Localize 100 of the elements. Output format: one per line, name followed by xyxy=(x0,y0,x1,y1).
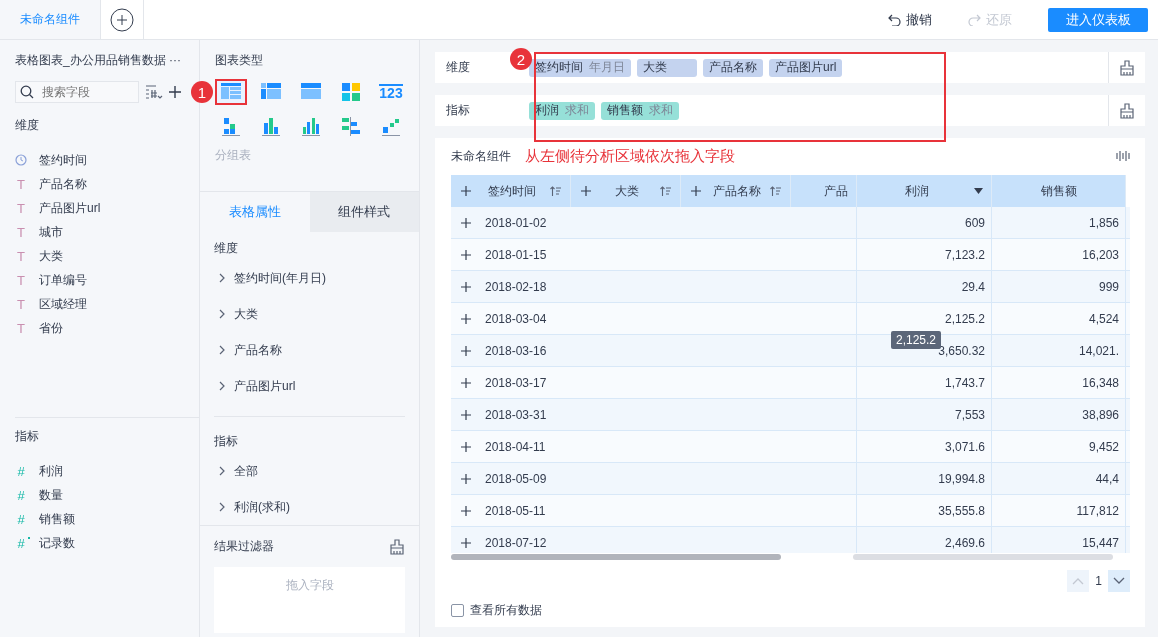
expand-icon[interactable] xyxy=(459,249,473,260)
expand-icon[interactable] xyxy=(579,186,593,196)
text-type-icon: T xyxy=(15,176,27,192)
field-item[interactable]: 城市 xyxy=(39,223,63,241)
text-type-icon: T xyxy=(15,248,27,264)
table-cell: 2018-03-31 xyxy=(485,407,547,422)
table-cell: 9,452 xyxy=(1088,439,1119,454)
field-chip[interactable]: 销售额 求和 xyxy=(601,101,679,120)
panel-tab[interactable]: 组件样式 xyxy=(309,192,419,232)
table-cell: 2018-03-16 xyxy=(485,343,547,358)
field-item[interactable]: 产品名称 xyxy=(39,175,87,193)
field-sort-icon[interactable] xyxy=(145,84,163,100)
table-cell: 2018-01-02 xyxy=(485,215,547,230)
table-cell: 44,4 xyxy=(1095,471,1119,486)
expand-icon[interactable] xyxy=(459,345,473,356)
chevron-up-icon xyxy=(1072,577,1085,585)
table-cell: 2018-03-04 xyxy=(485,311,547,326)
checkbox-label[interactable]: 查看所有数据 xyxy=(470,602,542,619)
table-cell: 16,203 xyxy=(1082,247,1119,262)
column-header[interactable]: 签约时间 xyxy=(451,175,571,207)
expand-icon[interactable] xyxy=(459,281,473,292)
checkbox[interactable] xyxy=(451,604,464,617)
step-badge: 1 xyxy=(191,81,213,103)
text-type-icon: T xyxy=(15,200,27,216)
page-number: 1 xyxy=(1095,574,1102,588)
field-item[interactable]: 数量 xyxy=(39,486,63,504)
field-item[interactable]: 省份 xyxy=(39,319,63,337)
search-icon xyxy=(20,85,34,99)
tooltip: 2,125.2 xyxy=(891,331,942,349)
column-header[interactable]: 产品名称 xyxy=(681,175,791,207)
expand-icon[interactable] xyxy=(459,409,473,420)
number-type-icon: # xyxy=(15,463,27,479)
field-chip[interactable]: 大类 xyxy=(637,58,697,77)
section-title: 指标 xyxy=(214,432,239,450)
property-item[interactable]: 大类 xyxy=(234,305,258,323)
column-header[interactable]: 销售额 xyxy=(992,175,1126,207)
field-chip[interactable]: 产品图片url xyxy=(769,58,843,77)
property-item[interactable]: 产品名称 xyxy=(234,341,282,359)
search-field[interactable]: 搜索字段 xyxy=(15,81,139,103)
field-chip[interactable]: 签约时间 年月日 xyxy=(529,58,631,77)
columns-icon[interactable] xyxy=(1116,151,1130,161)
expand-icon[interactable] xyxy=(459,505,473,516)
column-header[interactable]: 大类 xyxy=(571,175,681,207)
property-item[interactable]: 全部 xyxy=(234,462,258,480)
field-item[interactable]: 利润 xyxy=(39,462,63,480)
scrollbar[interactable] xyxy=(853,554,1113,560)
chevron-right-icon[interactable] xyxy=(218,309,226,319)
field-item[interactable]: 区域经理 xyxy=(39,295,87,313)
expand-icon[interactable] xyxy=(459,377,473,388)
chevron-right-icon[interactable] xyxy=(218,466,226,476)
undo-button[interactable]: 撤销 xyxy=(888,0,932,39)
field-item[interactable]: 大类 xyxy=(39,247,63,265)
chevron-right-icon[interactable] xyxy=(218,381,226,391)
property-item[interactable]: 利润(求和) xyxy=(234,498,290,516)
scrollbar[interactable] xyxy=(451,554,781,560)
expand-icon[interactable] xyxy=(459,441,473,452)
squares-icon xyxy=(339,80,363,104)
text-type-icon: T xyxy=(15,272,27,288)
field-chip[interactable]: 产品名称 xyxy=(703,58,763,77)
chevron-right-icon[interactable] xyxy=(218,345,226,355)
property-item[interactable]: 签约时间(年月日) xyxy=(234,269,326,287)
field-item[interactable]: 订单编号 xyxy=(39,271,87,289)
column-header[interactable]: 产品 xyxy=(791,175,857,207)
field-item[interactable]: 产品图片url xyxy=(39,199,101,217)
field-chip[interactable]: 利润 求和 xyxy=(529,101,595,120)
expand-icon[interactable] xyxy=(689,186,703,196)
table-cell: 609 xyxy=(964,215,985,230)
sort-icon[interactable] xyxy=(770,185,782,197)
expand-icon[interactable] xyxy=(459,186,473,196)
component-title: 未命名组件 xyxy=(451,147,511,165)
chevron-right-icon[interactable] xyxy=(218,273,226,283)
table-cell: 15,447 xyxy=(1082,535,1119,550)
expand-icon[interactable] xyxy=(459,313,473,324)
chart-type-button[interactable] xyxy=(215,79,247,105)
expand-icon[interactable] xyxy=(459,473,473,484)
property-item[interactable]: 产品图片url xyxy=(234,377,296,395)
section-title: 维度 xyxy=(15,117,40,134)
field-item[interactable]: 签约时间 xyxy=(39,151,87,169)
chevron-right-icon[interactable] xyxy=(218,502,226,512)
sort-icon[interactable] xyxy=(550,185,562,197)
field-item[interactable]: 记录数 xyxy=(39,534,75,552)
table-cell: 14,021. xyxy=(1078,343,1119,358)
annotation-text: 从左侧待分析区域依次拖入字段 xyxy=(525,146,735,166)
clear-icon[interactable] xyxy=(1119,102,1135,119)
table-cell: 2018-01-15 xyxy=(485,247,547,262)
next-page-button[interactable] xyxy=(1108,570,1130,592)
expand-icon[interactable] xyxy=(459,217,473,228)
dropdown-icon[interactable] xyxy=(974,188,983,194)
add-tab-icon[interactable] xyxy=(110,7,134,32)
table-cell: 2018-02-18 xyxy=(485,279,547,294)
sort-icon[interactable] xyxy=(660,185,672,197)
expand-icon[interactable] xyxy=(459,537,473,548)
text-type-icon: T xyxy=(15,296,27,312)
add-icon[interactable] xyxy=(169,86,181,98)
field-item[interactable]: 销售额 xyxy=(39,510,75,528)
column-header[interactable]: 利润 xyxy=(857,175,992,207)
dataset-title[interactable]: 表格图表_办公用品销售数据 ··· xyxy=(15,52,184,69)
clear-icon[interactable] xyxy=(389,538,405,555)
clear-icon[interactable] xyxy=(1119,59,1135,76)
bar-chart-icon xyxy=(339,114,363,138)
